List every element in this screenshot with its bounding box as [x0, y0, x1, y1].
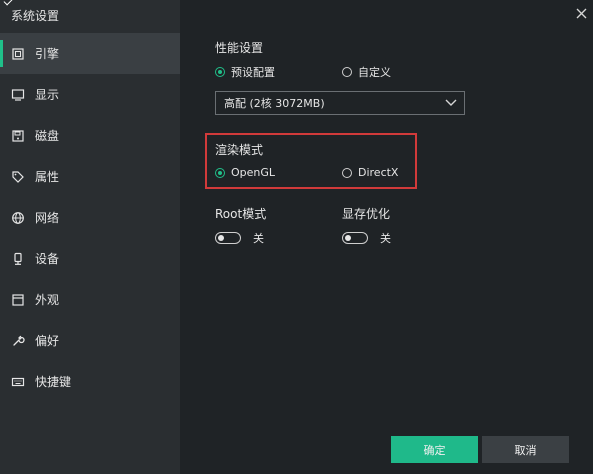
radio-label: OpenGL [231, 166, 276, 179]
sidebar-item-label: 磁盘 [35, 129, 60, 143]
close-button[interactable] [575, 6, 587, 20]
sidebar-item-engine[interactable]: 引擎 [0, 33, 180, 74]
tag-icon [12, 170, 24, 183]
radio-directx[interactable]: DirectX [342, 166, 398, 179]
root-mode-label: Root模式 [215, 207, 267, 221]
radio-label: 自定义 [358, 66, 391, 79]
ok-button[interactable]: 确定 [391, 436, 478, 463]
toggle-knob [218, 235, 224, 241]
close-icon [576, 8, 586, 18]
titlebar-mark-icon [3, 0, 14, 6]
sidebar-item-properties[interactable]: 属性 [0, 156, 180, 197]
globe-icon [12, 211, 24, 224]
sidebar-item-label: 偏好 [35, 334, 60, 348]
sidebar-item-display[interactable]: 显示 [0, 74, 180, 115]
performance-label: 性能设置 [215, 41, 264, 55]
toggle-state-label: 关 [380, 232, 391, 245]
cancel-button[interactable]: 取消 [482, 436, 569, 463]
sidebar: 系统设置 引擎 显示 磁盘 属性 网络 设备 外观 偏好 快捷键 [0, 0, 180, 474]
radio-preset-config[interactable]: 预设配置 [215, 64, 275, 80]
radio-label: 预设配置 [231, 66, 275, 79]
select-value: 高配 (2核 3072MB) [224, 97, 325, 110]
window-icon [12, 293, 24, 306]
sidebar-item-label: 网络 [35, 211, 60, 225]
sidebar-item-label: 显示 [35, 88, 60, 102]
keyboard-icon [11, 376, 25, 388]
cpu-icon [12, 47, 24, 60]
radio-unchecked-icon [342, 167, 352, 178]
sidebar-item-label: 外观 [35, 293, 60, 307]
sidebar-item-label: 引擎 [35, 47, 60, 61]
sidebar-nav: 引擎 显示 磁盘 属性 网络 设备 外观 偏好 快捷键 [0, 33, 180, 402]
memory-optimization-label: 显存优化 [342, 207, 391, 221]
chevron-down-icon [445, 99, 457, 106]
sidebar-item-network[interactable]: 网络 [0, 197, 180, 238]
performance-select[interactable]: 高配 (2核 3072MB) [215, 91, 465, 115]
sidebar-item-label: 属性 [35, 170, 60, 184]
toggle-state-label: 关 [253, 232, 264, 245]
sidebar-item-shortcuts[interactable]: 快捷键 [0, 361, 180, 402]
root-mode-toggle[interactable]: 关 [215, 230, 264, 246]
radio-checked-icon [215, 67, 225, 77]
toggle-track [215, 232, 241, 244]
wrench-icon [12, 335, 25, 347]
sidebar-item-disk[interactable]: 磁盘 [0, 115, 180, 156]
radio-checked-icon [215, 167, 225, 178]
toggle-knob [345, 235, 351, 241]
sidebar-item-label: 设备 [35, 252, 60, 266]
radio-unchecked-icon [342, 67, 352, 77]
radio-opengl[interactable]: OpenGL [215, 166, 275, 179]
sidebar-item-preferences[interactable]: 偏好 [0, 320, 180, 361]
memory-optimization-toggle[interactable]: 关 [342, 230, 391, 246]
monitor-icon [11, 88, 25, 101]
disk-icon [12, 129, 24, 142]
sidebar-item-label: 快捷键 [35, 375, 72, 389]
toggle-track [342, 232, 368, 244]
sidebar-item-device[interactable]: 设备 [0, 238, 180, 279]
window-title: 系统设置 [11, 9, 60, 23]
radio-label: DirectX [358, 166, 399, 179]
render-mode-label: 渲染模式 [215, 143, 264, 157]
sidebar-item-appearance[interactable]: 外观 [0, 279, 180, 320]
radio-custom[interactable]: 自定义 [342, 64, 391, 80]
device-icon [12, 252, 24, 265]
